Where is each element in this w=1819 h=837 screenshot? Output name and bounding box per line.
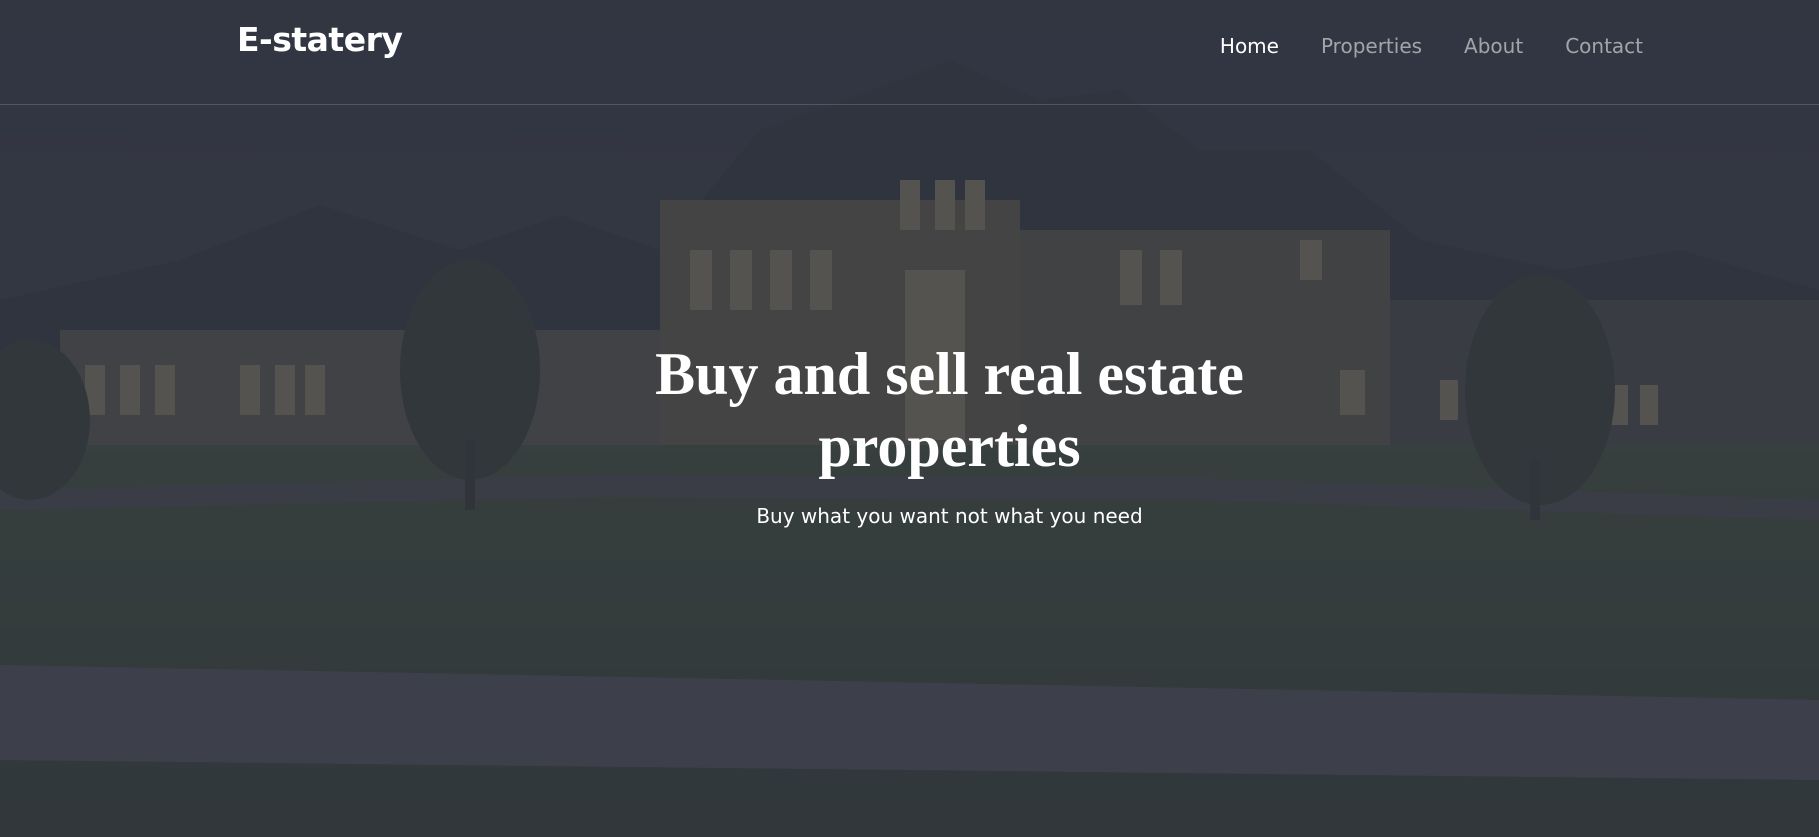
landing-page: E-statery Home Properties About Contact …: [0, 0, 1819, 837]
nav-item-properties: Properties: [1321, 34, 1422, 58]
nav-menu: Home Properties About Contact: [1220, 34, 1643, 58]
hero-subtitle: Buy what you want not what you need: [756, 504, 1143, 528]
nav-item-contact: Contact: [1565, 34, 1643, 58]
brand-logo[interactable]: E-statery: [237, 20, 403, 59]
nav-link-home[interactable]: Home: [1220, 34, 1279, 58]
nav-item-about: About: [1464, 34, 1523, 58]
nav-link-about[interactable]: About: [1464, 34, 1523, 58]
hero-section: Buy and sell real estate properties Buy …: [0, 338, 1819, 528]
nav-link-contact[interactable]: Contact: [1565, 34, 1643, 58]
nav-link-properties[interactable]: Properties: [1321, 34, 1422, 58]
nav-item-home: Home: [1220, 34, 1279, 58]
hero-title: Buy and sell real estate properties: [655, 341, 1244, 479]
navbar: E-statery Home Properties About Contact: [0, 0, 1819, 105]
